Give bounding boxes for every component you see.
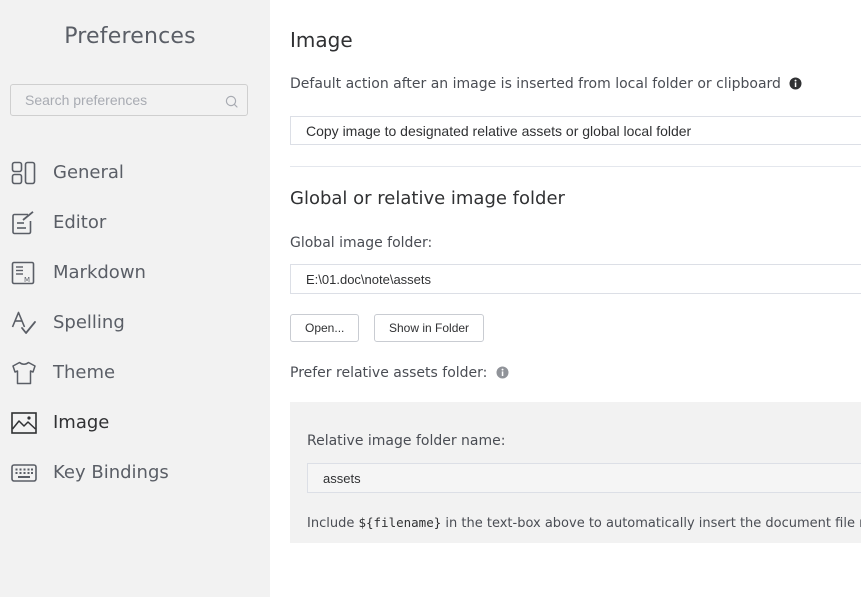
sidebar-item-theme[interactable]: Theme [0, 353, 270, 393]
sidebar-item-spelling[interactable]: Spelling [0, 303, 270, 343]
search-input[interactable] [25, 85, 215, 115]
hint-suffix: in the text-box above to automatically i… [441, 516, 861, 531]
sidebar-item-general[interactable]: General [0, 153, 270, 193]
section-divider [290, 166, 861, 167]
sidebar-item-key-bindings[interactable]: Key Bindings [0, 453, 270, 493]
search-box[interactable] [10, 84, 248, 116]
sidebar-item-image[interactable]: Image [0, 403, 270, 443]
editor-icon [12, 211, 34, 235]
sidebar-item-label: Spelling [53, 312, 125, 333]
relative-folder-field[interactable] [307, 463, 861, 493]
sidebar-item-label: General [53, 162, 124, 183]
show-in-folder-button[interactable]: Show in Folder [374, 314, 485, 342]
sidebar-item-label: Key Bindings [53, 462, 169, 483]
info-icon[interactable] [789, 77, 802, 90]
default-action-text: Default action after an image is inserte… [290, 76, 781, 92]
svg-text:M: M [24, 276, 30, 284]
spelling-icon [11, 311, 36, 334]
sidebar-item-markdown[interactable]: M Markdown [0, 253, 270, 293]
relative-folder-label: Relative image folder name: [307, 433, 506, 449]
default-action-select[interactable]: Copy image to designated relative assets… [290, 116, 861, 145]
sidebar-item-label: Editor [53, 212, 107, 233]
global-folder-field[interactable] [290, 264, 861, 294]
sidebar-item-label: Markdown [53, 262, 146, 283]
preferences-window: Preferences General [0, 0, 861, 597]
sidebar-item-label: Theme [53, 362, 116, 383]
sidebar-item-editor[interactable]: Editor [0, 203, 270, 243]
theme-icon [12, 361, 36, 385]
global-folder-input[interactable] [306, 265, 861, 293]
prefer-relative-text: Prefer relative assets folder: [290, 365, 488, 381]
default-action-label: Default action after an image is inserte… [290, 76, 802, 92]
sidebar-item-label: Image [53, 412, 110, 433]
search-icon[interactable] [225, 95, 238, 108]
markdown-icon: M [11, 261, 35, 285]
keyboard-icon [11, 464, 37, 482]
global-folder-label: Global image folder: [290, 235, 433, 251]
relative-folder-input[interactable] [323, 464, 861, 492]
image-icon [11, 412, 37, 434]
main-panel: Image Default action after an image is i… [270, 0, 861, 597]
prefer-relative-label: Prefer relative assets folder: [290, 365, 509, 381]
info-icon[interactable] [496, 366, 509, 379]
open-button[interactable]: Open... [290, 314, 360, 342]
section-title-image-folder: Global or relative image folder [290, 188, 565, 209]
sidebar: Preferences General [0, 0, 270, 597]
hint-prefix: Include [307, 516, 359, 531]
filename-hint: Include ${filename} in the text-box abov… [307, 515, 861, 531]
sidebar-title: Preferences [64, 24, 196, 49]
relative-folder-panel: Relative image folder name: Include ${fi… [290, 402, 861, 543]
default-action-selected-value: Copy image to designated relative assets… [306, 123, 692, 139]
filename-placeholder-code: ${filename} [358, 515, 442, 530]
section-title-image: Image [290, 28, 353, 52]
general-icon [11, 161, 36, 185]
